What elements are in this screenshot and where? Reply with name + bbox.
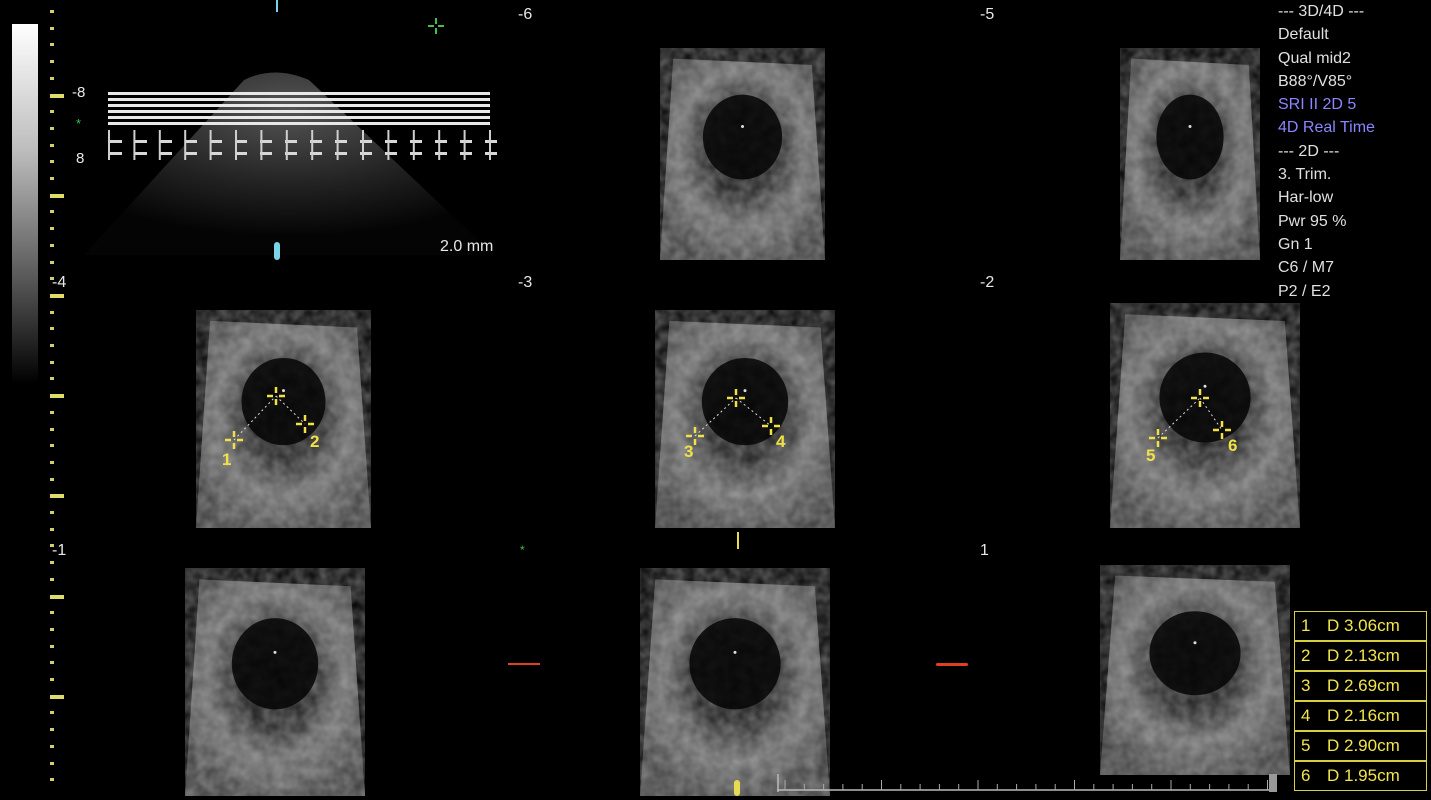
measurement-table: 1D 3.06cm 2D 2.13cm 3D 2.69cm 4D 2.16cm … xyxy=(1294,611,1427,791)
ultrasound-slice xyxy=(1100,575,1290,775)
measurement-id: 2 xyxy=(1301,646,1311,665)
measurement-value: D 2.16cm xyxy=(1327,706,1400,725)
top-marker-icon xyxy=(737,532,739,549)
settings-line: P2 / E2 xyxy=(1278,282,1331,300)
measurement-row: 6 D 1.95cm xyxy=(1295,762,1426,790)
measurement-id: 5 xyxy=(1301,736,1311,755)
slice-marker-icon xyxy=(508,663,540,665)
caliper-label: 3 xyxy=(684,442,694,461)
settings-line: SRI II 2D 5 xyxy=(1278,96,1357,114)
ultrasound-slice xyxy=(640,579,830,796)
settings-line: Pwr 95 % xyxy=(1278,212,1347,230)
caliper-label: 5 xyxy=(1146,446,1156,465)
measurement-row: 4 D 2.16cm xyxy=(1295,702,1426,732)
settings-line: --- 2D --- xyxy=(1278,142,1340,160)
settings-line: C6 / M7 xyxy=(1278,259,1335,277)
ultrasound-slice xyxy=(185,579,365,796)
caliper-label: 1 xyxy=(222,450,232,469)
settings-line: B88°/V85° xyxy=(1278,72,1353,90)
measurement-id: 6 xyxy=(1301,766,1311,785)
caliper-label: 4 xyxy=(776,432,786,451)
scroll-handle xyxy=(1269,774,1277,792)
measurement-value: D 2.90cm xyxy=(1327,736,1400,755)
caliper-label: 2 xyxy=(310,432,320,451)
measurement-row: 3 D 2.69cm xyxy=(1295,672,1426,702)
settings-panel: --- 3D/4D --- Default Qual mid2 B88°/V85… xyxy=(1278,0,1375,303)
measurement-value: D 1.95cm xyxy=(1327,766,1400,785)
measurement-id: 3 xyxy=(1301,676,1311,695)
cine-scrollbar[interactable] xyxy=(777,772,1279,792)
settings-line: Qual mid2 xyxy=(1278,49,1351,67)
measurement-value: D 3.06cm xyxy=(1327,616,1400,635)
settings-line: 4D Real Time xyxy=(1278,119,1375,137)
measurement-row: 5 D 2.90cm xyxy=(1295,732,1426,762)
measurement-row: 2 D 2.13cm xyxy=(1295,642,1426,672)
settings-line: 3. Trim. xyxy=(1278,166,1332,184)
measurement-value: D 2.13cm xyxy=(1327,646,1400,665)
center-marker-icon: * xyxy=(520,543,525,557)
caliper-label: 6 xyxy=(1228,436,1238,455)
settings-line: --- 3D/4D --- xyxy=(1278,3,1365,20)
settings-line: Default xyxy=(1278,26,1329,44)
bottom-marker-icon xyxy=(734,780,740,796)
slice-marker-icon xyxy=(936,663,968,666)
settings-line: Har-low xyxy=(1278,189,1334,207)
measurement-id: 4 xyxy=(1301,706,1311,725)
measurement-id: 1 xyxy=(1301,616,1311,635)
measurement-row: 1 D 3.06cm xyxy=(1295,612,1426,642)
settings-line: Gn 1 xyxy=(1278,235,1313,253)
measurement-value: D 2.69cm xyxy=(1327,676,1400,695)
